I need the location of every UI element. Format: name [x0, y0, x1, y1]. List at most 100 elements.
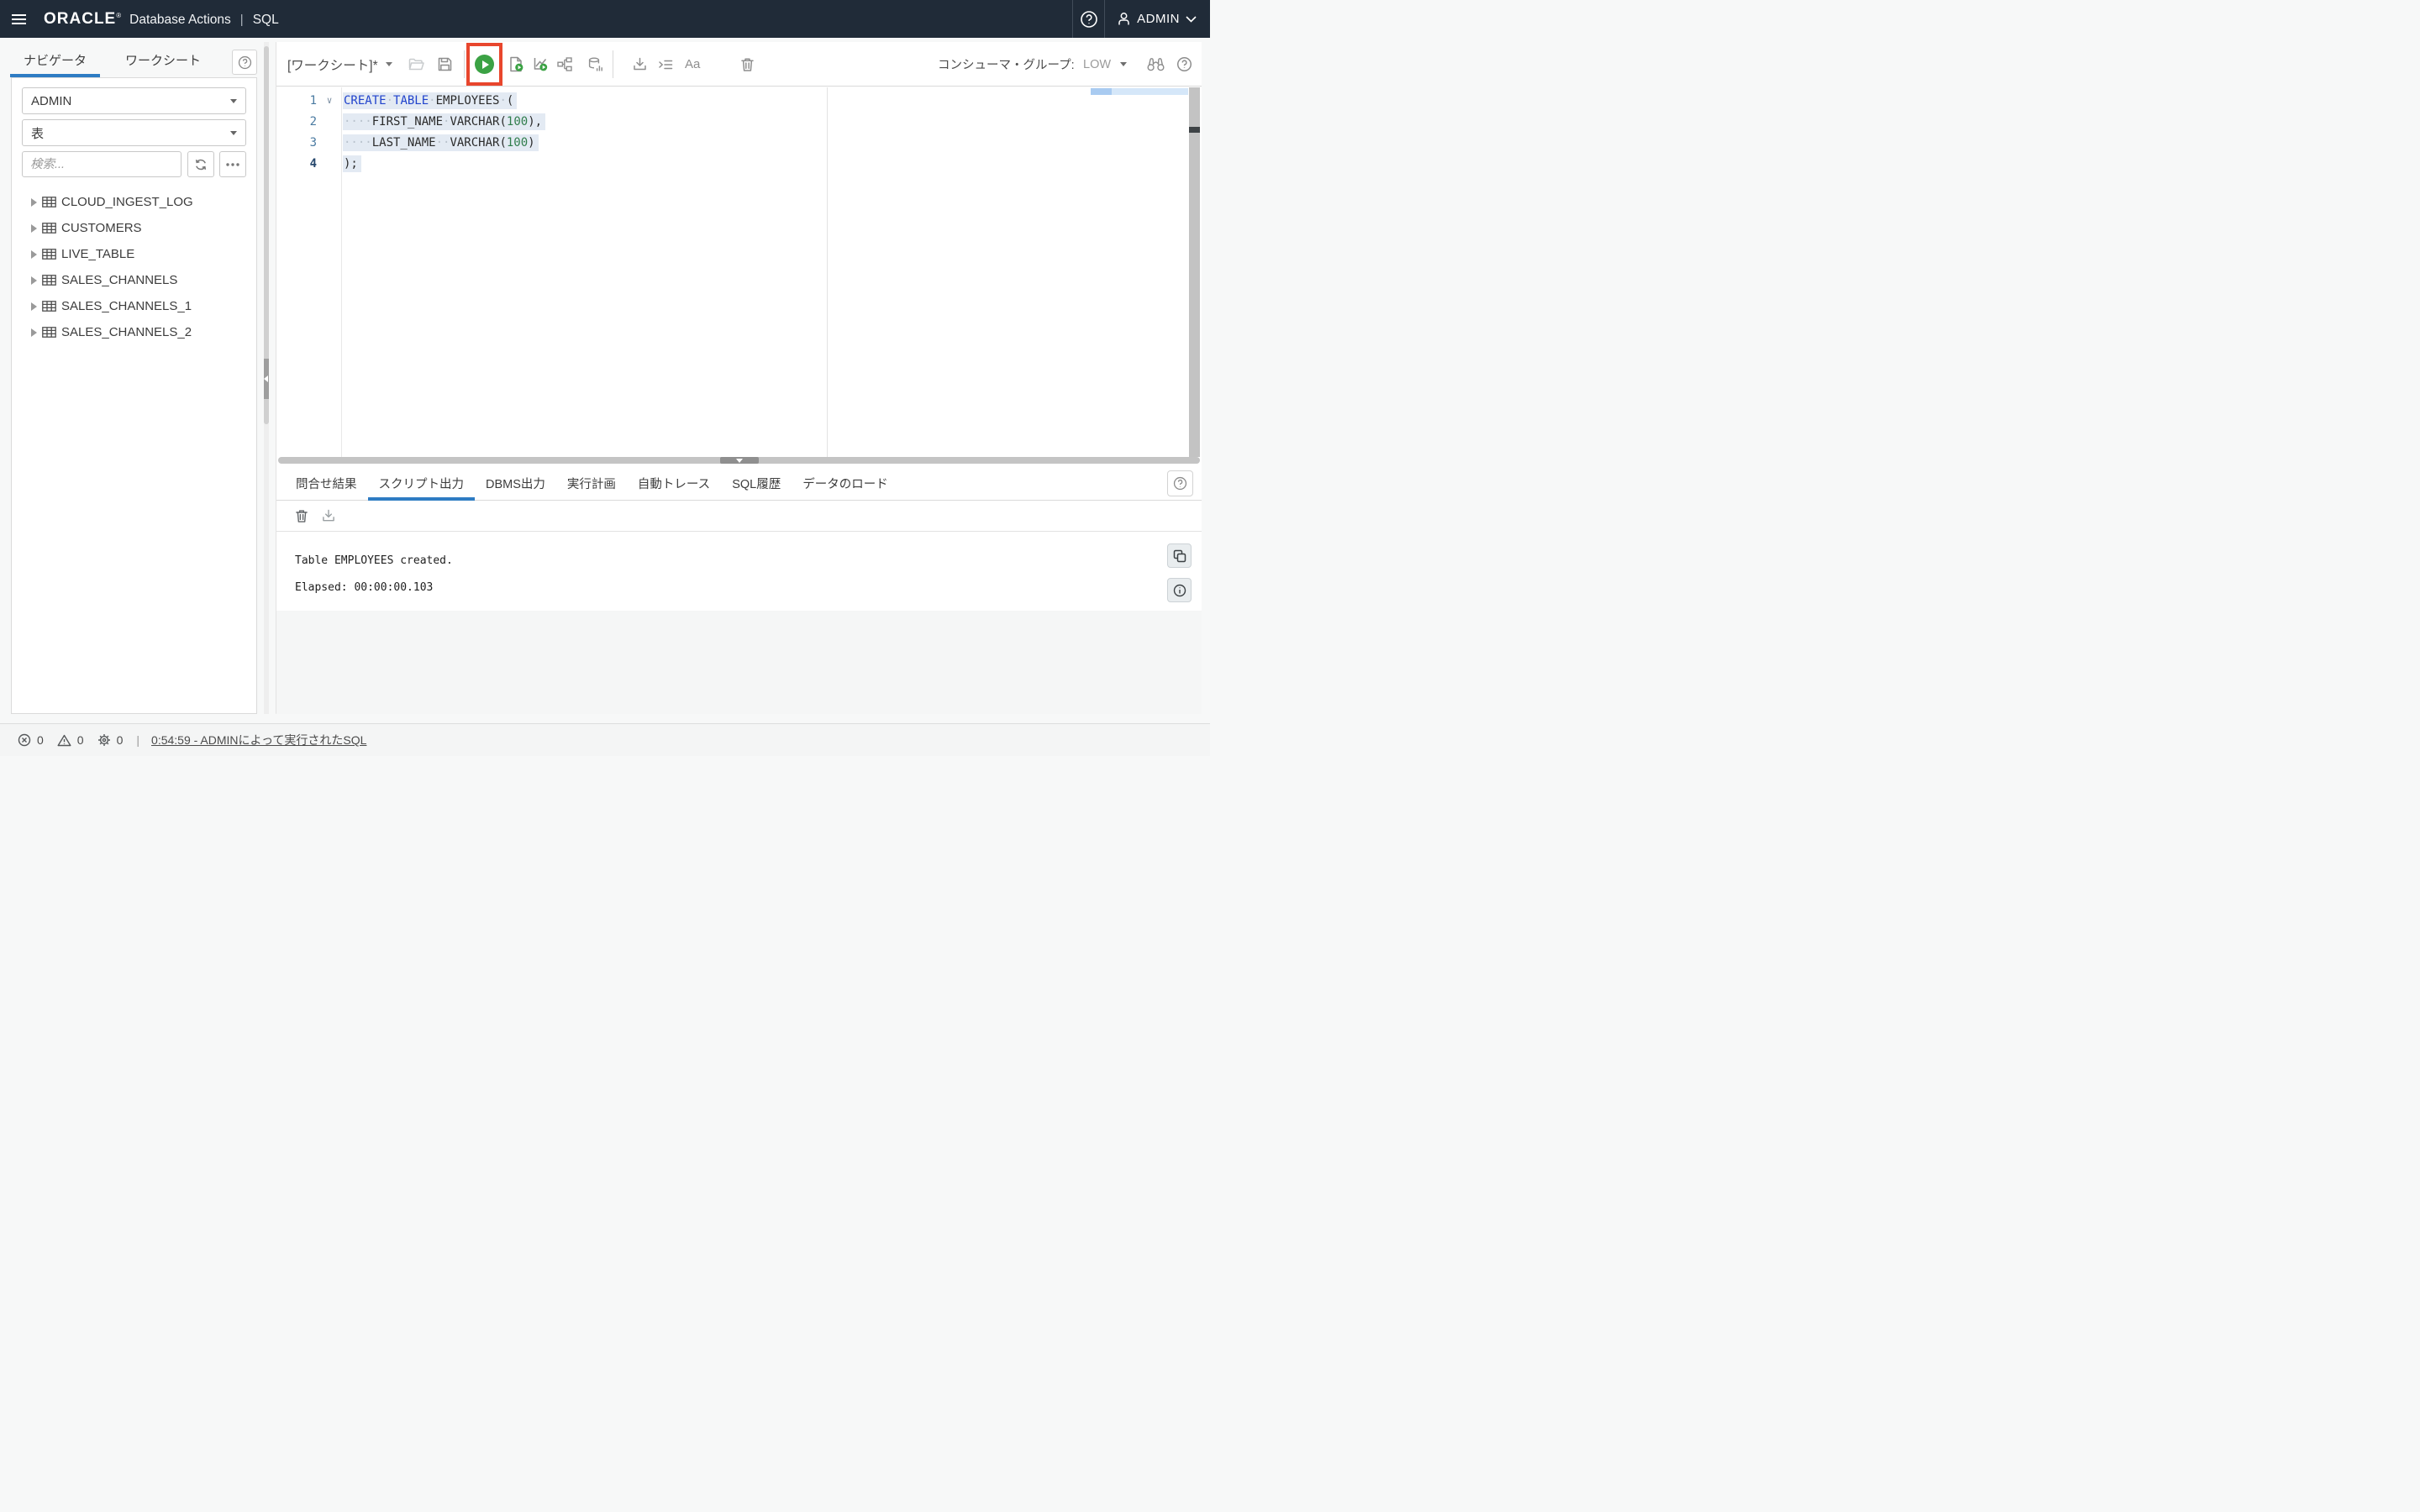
code-line: );	[343, 155, 361, 172]
ellipsis-icon	[226, 162, 239, 166]
chevron-down-icon	[230, 131, 237, 135]
object-type-select[interactable]: 表	[22, 119, 246, 146]
more-options-button[interactable]	[219, 151, 246, 177]
tables-tree: CLOUD_INGEST_LOG CUSTOMERS LIVE_TABLE SA…	[12, 189, 256, 345]
header-help-button[interactable]	[1073, 0, 1104, 38]
table-name: LIVE_TABLE	[61, 247, 135, 261]
explain-plan-icon	[534, 58, 548, 71]
expand-arrow-icon[interactable]	[31, 249, 37, 259]
fold-chevron-icon[interactable]: ∨	[317, 95, 342, 106]
table-tree-item[interactable]: CLOUD_INGEST_LOG	[12, 189, 256, 215]
find-button[interactable]	[1147, 42, 1165, 87]
editor-output-splitter[interactable]	[278, 457, 1200, 464]
table-tree-item[interactable]: SALES_CHANNELS	[12, 267, 256, 293]
schema-select[interactable]: ADMIN	[22, 87, 246, 114]
code-line: ····FIRST_NAME·VARCHAR(100),	[343, 113, 546, 130]
errors-icon	[18, 733, 31, 747]
editor-line[interactable]: 2 ····FIRST_NAME·VARCHAR(100),	[276, 111, 1202, 132]
expand-arrow-icon[interactable]	[31, 302, 37, 311]
table-icon	[42, 249, 56, 260]
editor-line[interactable]: 4 );	[276, 153, 1202, 174]
worksheet-help-button[interactable]	[1176, 42, 1192, 87]
autotrace-icon	[557, 57, 572, 71]
table-icon	[42, 275, 56, 286]
editor-lines: 1 ∨ CREATE·TABLE·EMPLOYEES·( 2 ····FIRST…	[276, 90, 1202, 174]
output-tab[interactable]: DBMS出力	[475, 466, 556, 500]
editor-line[interactable]: 3 ····LAST_NAME··VARCHAR(100)	[276, 132, 1202, 153]
tab-worksheet-label: ワークシート	[125, 53, 202, 68]
clear-output-button[interactable]	[295, 509, 308, 523]
run-script-button[interactable]	[508, 42, 524, 87]
editor-line[interactable]: 1 ∨ CREATE·TABLE·EMPLOYEES·(	[276, 90, 1202, 111]
output-tab[interactable]: SQL履歴	[721, 466, 792, 500]
save-button[interactable]	[438, 42, 452, 87]
table-tree-item[interactable]: CUSTOMERS	[12, 215, 256, 241]
output-tab-label: DBMS出力	[486, 477, 545, 491]
help-icon	[1176, 56, 1192, 72]
line-number: 2	[309, 114, 317, 129]
tab-worksheet[interactable]: ワークシート	[112, 42, 214, 77]
object-type-select-value: 表	[31, 126, 45, 141]
app-window: ORACLE ® Database Actions | SQL ADMIN ナビ…	[0, 0, 1210, 756]
code-line: ····LAST_NAME··VARCHAR(100)	[343, 134, 539, 151]
app-header: ORACLE ® Database Actions | SQL ADMIN	[0, 0, 1210, 38]
output-tab[interactable]: データのロード	[792, 466, 899, 500]
table-icon	[42, 301, 56, 312]
help-icon	[238, 55, 251, 69]
expand-arrow-icon[interactable]	[31, 223, 37, 233]
output-help-button[interactable]	[1167, 470, 1193, 496]
consumer-group-select[interactable]: LOW	[1083, 42, 1128, 87]
explain-plan-button[interactable]	[533, 42, 549, 87]
refresh-button[interactable]	[187, 151, 214, 177]
expand-arrow-icon[interactable]	[31, 276, 37, 285]
search-input[interactable]	[22, 151, 182, 177]
open-file-button[interactable]	[408, 42, 424, 87]
output-tab[interactable]: スクリプト出力	[367, 466, 476, 501]
download-button[interactable]	[633, 42, 647, 87]
run-statement-button[interactable]	[475, 42, 494, 87]
download-output-button[interactable]	[322, 509, 335, 522]
expand-arrow-icon[interactable]	[31, 197, 37, 207]
table-tree-item[interactable]: LIVE_TABLE	[12, 241, 256, 267]
output-tab[interactable]: 実行計画	[556, 466, 627, 500]
table-tree-item[interactable]: SALES_CHANNELS_2	[12, 319, 256, 345]
editor-scrollbar[interactable]	[1189, 87, 1200, 457]
splitter-collapse-handle[interactable]	[719, 457, 759, 464]
sidebar-collapse-handle[interactable]	[264, 359, 269, 399]
tab-navigator[interactable]: ナビゲータ	[10, 42, 101, 77]
output-message: Table EMPLOYEES created.	[295, 554, 453, 567]
copy-output-button[interactable]	[1167, 543, 1192, 568]
chevron-down-icon	[230, 99, 237, 103]
table-tree-item[interactable]: SALES_CHANNELS_1	[12, 293, 256, 319]
minimap-selection-light	[1112, 88, 1188, 95]
output-message: Elapsed: 00:00:00.103	[295, 581, 434, 594]
table-name: SALES_CHANNELS_1	[61, 299, 192, 313]
clear-worksheet-button[interactable]	[740, 42, 755, 87]
output-info-button[interactable]	[1167, 578, 1192, 602]
sql-editor[interactable]: 1 ∨ CREATE·TABLE·EMPLOYEES·( 2 ····FIRST…	[276, 87, 1202, 457]
chevron-down-icon	[1120, 62, 1128, 66]
app-logo: ORACLE ® Database Actions | SQL	[44, 10, 279, 29]
format-button[interactable]	[658, 42, 673, 87]
worksheet-toolbar: [ワークシート]* Aa コンシューマ・グループ: LOW	[276, 42, 1202, 87]
user-menu-button[interactable]: ADMIN	[1105, 0, 1210, 38]
expand-arrow-icon[interactable]	[31, 328, 37, 337]
worksheet-title-dropdown[interactable]: [ワークシート]*	[287, 42, 392, 87]
copy-icon	[1173, 549, 1186, 562]
hamburger-menu-icon[interactable]	[0, 0, 37, 38]
sidebar-help-button[interactable]	[232, 50, 257, 75]
output-tab[interactable]: 自動トレース	[627, 466, 721, 500]
editor-scrollbar-handle[interactable]	[1189, 127, 1200, 133]
toolbar-separator	[464, 50, 465, 78]
code-line: CREATE·TABLE·EMPLOYEES·(	[343, 92, 518, 109]
output-tabs: 問合せ結果 スクリプト出力 DBMS出力 実行計画 自動トレース SQL履歴 デ…	[276, 466, 1202, 501]
warnings-count: 0	[76, 733, 84, 747]
font-size-button[interactable]: Aa	[685, 42, 707, 87]
autotrace-button[interactable]	[557, 42, 572, 87]
last-executed-sql-link[interactable]: 0:54:59 - ADMINによって実行されたSQL	[151, 732, 366, 748]
sidebar-splitter[interactable]	[264, 42, 269, 714]
output-tab-label: 問合せ結果	[296, 477, 357, 491]
output-tab[interactable]: 問合せ結果	[285, 466, 368, 500]
line-number: 3	[309, 135, 317, 150]
sql-monitor-button[interactable]	[588, 42, 604, 87]
